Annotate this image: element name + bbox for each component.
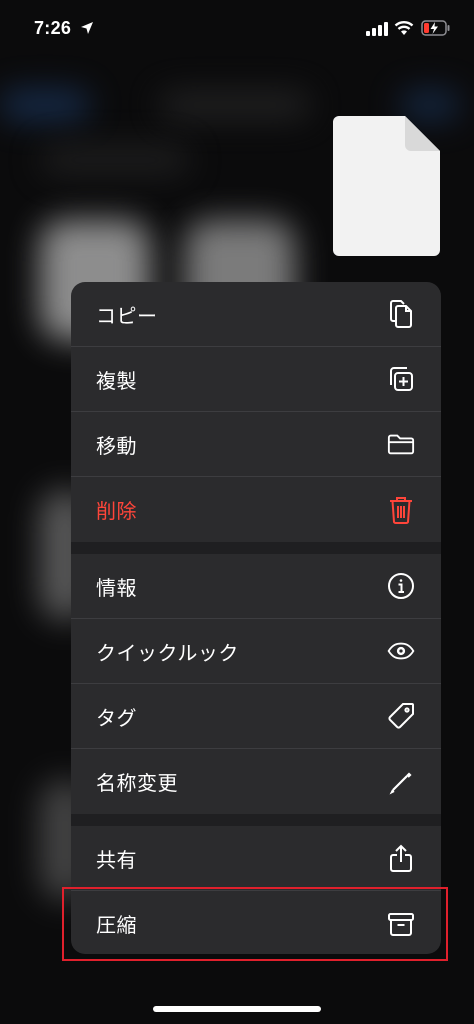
copy-icon: [387, 300, 415, 328]
menu-item-label: 移動: [96, 433, 137, 458]
battery-charging-icon: [421, 20, 450, 36]
context-menu: コピー 複製 移動 削除 情報 クイックルック タグ 名称変更 共有 圧縮: [71, 282, 441, 954]
location-arrow-icon: [81, 22, 93, 34]
share-icon: [387, 844, 415, 872]
menu-item-share[interactable]: 共有: [71, 826, 441, 891]
wifi-icon: [394, 21, 414, 35]
menu-item-label: タグ: [96, 705, 137, 730]
highlight-box: [62, 887, 448, 961]
status-bar: 7:26: [0, 0, 474, 52]
cellular-signal-icon: [366, 22, 388, 36]
menu-item-tag[interactable]: タグ: [71, 684, 441, 749]
menu-group-info-actions: 情報 クイックルック タグ 名称変更: [71, 554, 441, 814]
menu-item-duplicate[interactable]: 複製: [71, 347, 441, 412]
menu-item-label: 名称変更: [96, 771, 178, 795]
eye-icon: [387, 637, 415, 665]
menu-item-move[interactable]: 移動: [71, 412, 441, 477]
menu-item-quicklook[interactable]: クイックルック: [71, 619, 441, 684]
info-icon: [387, 572, 415, 600]
menu-group-file-actions: コピー 複製 移動 削除: [71, 282, 441, 542]
menu-item-label: 情報: [96, 575, 137, 600]
duplicate-icon: [387, 365, 415, 393]
trash-icon: [387, 496, 415, 524]
menu-item-label: クイックルック: [96, 640, 239, 665]
folder-icon: [387, 430, 415, 458]
status-time: 7:26: [34, 18, 72, 38]
menu-item-label: 複製: [96, 368, 137, 393]
home-indicator[interactable]: [153, 1006, 321, 1012]
pencil-icon: [387, 768, 415, 796]
menu-item-label: 削除: [96, 499, 137, 523]
tag-icon: [387, 702, 415, 730]
menu-item-delete[interactable]: 削除: [71, 477, 441, 542]
menu-item-info[interactable]: 情報: [71, 554, 441, 619]
menu-separator: [71, 542, 441, 554]
menu-item-copy[interactable]: コピー: [71, 282, 441, 347]
menu-item-label: 共有: [96, 847, 137, 872]
file-preview-icon: [333, 116, 440, 256]
menu-item-rename[interactable]: 名称変更: [71, 749, 441, 814]
menu-separator: [71, 814, 441, 826]
menu-item-label: コピー: [96, 303, 158, 328]
